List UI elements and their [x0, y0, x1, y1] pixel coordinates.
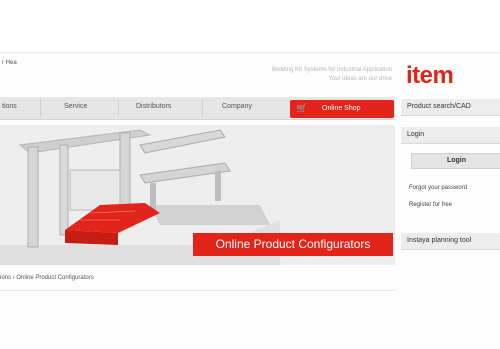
tagline-line1: Building Kit Systems for Industrial Appl…: [271, 67, 392, 73]
register-link[interactable]: Register for free: [409, 202, 452, 208]
nav-divider: [118, 100, 119, 116]
top-blank-area: [0, 0, 500, 52]
nav-item-solutions[interactable]: tions: [2, 103, 17, 110]
nav-divider: [40, 100, 41, 116]
item-logo[interactable]: item: [406, 62, 454, 90]
planning-tool-label: Instaya planning tool: [407, 237, 472, 244]
tagline-line2: Your ideas are our drive: [328, 76, 392, 82]
planning-tool-header[interactable]: Instaya planning tool: [401, 233, 500, 250]
sidebar: Product search/CAD Login Login Forgot yo…: [401, 97, 500, 272]
product-search-header[interactable]: Product search/CAD: [401, 99, 500, 116]
nav-divider: [202, 100, 203, 116]
shopping-cart-icon: 🛒: [296, 103, 308, 113]
nav-item-company[interactable]: Company: [222, 103, 252, 110]
configurator-banner[interactable]: Online Product Configurators: [193, 233, 393, 256]
forgot-password-link[interactable]: Forgot your password: [409, 185, 467, 191]
breadcrumb[interactable]: ions › Online Product Configurators: [0, 275, 94, 281]
nav-item-distributors[interactable]: Distributors: [136, 103, 171, 110]
divider: [0, 52, 500, 53]
page: r Hea Building Kit Systems for Industria…: [0, 0, 500, 349]
login-header-label: Login: [407, 131, 425, 138]
nav-item-service[interactable]: Service: [64, 103, 87, 110]
online-shop-button[interactable]: 🛒 Online Shop: [290, 100, 394, 118]
product-search-label: Product search/CAD: [407, 103, 471, 110]
divider: [0, 290, 395, 291]
tagline: Building Kit Systems for Industrial Appl…: [222, 66, 392, 84]
login-header: Login: [401, 127, 500, 144]
login-button[interactable]: Login: [411, 153, 500, 169]
online-shop-label: Online Shop: [322, 105, 361, 112]
header-link[interactable]: r Hea: [2, 60, 17, 66]
